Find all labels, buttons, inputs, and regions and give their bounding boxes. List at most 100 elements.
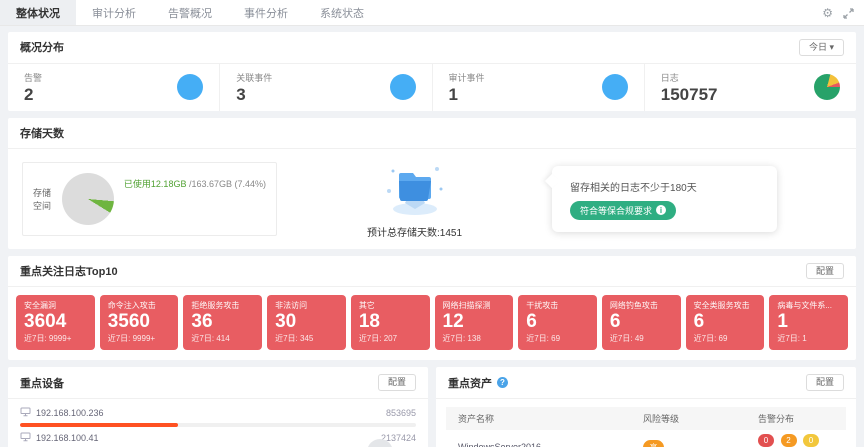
storage-total-text: /163.67GB (7.44%) <box>186 179 266 189</box>
top-logs-list: 安全漏洞 3604 近7日: 9999+ 命令注入攻击 3560 近7日: 99… <box>8 287 856 360</box>
device-ip: 192.168.100.41 <box>36 433 99 443</box>
top-logs-config-button[interactable]: 配置 <box>806 263 844 280</box>
stat-value: 3 <box>236 86 272 104</box>
device-icon <box>20 407 31 419</box>
device-log-count: 853695 <box>386 408 416 418</box>
recent-count: 69 <box>719 334 728 343</box>
stat-label: 告警 <box>24 71 42 84</box>
recent-label: 近7日: <box>108 334 131 343</box>
log-category-name: 拒绝服务攻击 <box>191 300 254 311</box>
log-category-count: 36 <box>191 311 254 333</box>
device-icon <box>20 432 31 444</box>
storage-usage-text: 已使用12.18GB /163.67GB (7.44%) <box>124 177 266 190</box>
log-pie-icon <box>814 74 840 100</box>
asset-row[interactable]: WindowsServer2016 高 0 2 0 2 <box>446 430 846 447</box>
fullscreen-icon[interactable] <box>843 8 854 19</box>
asset-table-header: 资产名称 风险等级 告警分布 <box>446 407 846 430</box>
stat-card-alarms[interactable]: 告警 2 <box>8 64 220 111</box>
date-filter-dropdown[interactable]: 今日 ▾ <box>799 39 844 56</box>
event-circle-icon <box>390 74 416 100</box>
compliance-bubble: 留存相关的日志不少于180天 符合等保合规要求 i <box>552 166 777 232</box>
stat-card-audit-events[interactable]: 审计事件 1 <box>433 64 645 111</box>
log-category-card[interactable]: 安全类服务攻击 6 近7日: 69 <box>686 295 765 350</box>
recent-label: 近7日: <box>443 334 466 343</box>
stat-value: 1 <box>449 86 485 104</box>
recent-count: 138 <box>467 334 480 343</box>
recent-label: 近7日: <box>694 334 717 343</box>
log-category-count: 30 <box>275 311 338 333</box>
log-category-count: 3560 <box>108 311 171 333</box>
log-category-name: 网络钓鱼攻击 <box>610 300 673 311</box>
audit-circle-icon <box>602 74 628 100</box>
recent-label: 近7日: <box>24 334 47 343</box>
compliance-badge-label: 符合等保合规要求 <box>580 204 652 217</box>
storage-usage-pie <box>62 173 114 225</box>
log-category-count: 12 <box>443 311 506 333</box>
tab-alarm-overview[interactable]: 告警概况 <box>152 0 228 25</box>
stat-label: 日志 <box>661 71 718 84</box>
alarm-count-critical: 0 <box>758 434 774 447</box>
tab-audit-analysis[interactable]: 审计分析 <box>76 0 152 25</box>
overview-stats-row: 告警 2 关联事件 3 审计事件 1 <box>8 64 856 111</box>
compliance-note: 留存相关的日志不少于180天 <box>570 179 759 194</box>
asset-col-name: 资产名称 <box>458 412 643 425</box>
storage-space-label: 存储空间 <box>33 186 52 212</box>
help-icon[interactable]: ? <box>497 377 508 388</box>
top-tabbar: 整体状况 审计分析 告警概况 事件分析 系统状态 ⚙ <box>0 0 864 26</box>
top-logs-section: 重点关注日志Top10 配置 安全漏洞 3604 近7日: 9999+ 命令注入… <box>8 256 856 361</box>
recent-count: 9999+ <box>49 334 71 343</box>
log-category-count: 6 <box>610 311 673 333</box>
recent-label: 近7日: <box>526 334 549 343</box>
log-category-card[interactable]: 干扰攻击 6 近7日: 69 <box>518 295 597 350</box>
device-ip: 192.168.100.236 <box>36 408 104 418</box>
log-category-count: 18 <box>359 311 422 333</box>
tab-event-analysis[interactable]: 事件分析 <box>228 0 304 25</box>
recent-count: 345 <box>300 334 313 343</box>
stat-value: 2 <box>24 86 42 104</box>
risk-level-badge: 高 <box>643 440 664 447</box>
log-category-card[interactable]: 拒绝服务攻击 36 近7日: 414 <box>183 295 262 350</box>
log-category-card[interactable]: 命令注入攻击 3560 近7日: 9999+ <box>100 295 179 350</box>
log-category-name: 网络扫描探测 <box>443 300 506 311</box>
log-category-count: 3604 <box>24 311 87 333</box>
asset-name: WindowsServer2016 <box>458 442 643 447</box>
log-category-card[interactable]: 网络扫描探测 12 近7日: 138 <box>435 295 514 350</box>
device-list: 192.168.100.236 853695 <box>8 399 428 447</box>
tab-overall-status[interactable]: 整体状况 <box>0 0 76 25</box>
info-icon: i <box>656 205 666 215</box>
recent-count: 414 <box>216 334 229 343</box>
key-assets-config-button[interactable]: 配置 <box>806 374 844 391</box>
log-category-card[interactable]: 其它 18 近7日: 207 <box>351 295 430 350</box>
key-devices-config-button[interactable]: 配置 <box>378 374 416 391</box>
tab-system-status[interactable]: 系统状态 <box>304 0 380 25</box>
compliance-badge[interactable]: 符合等保合规要求 i <box>570 201 676 220</box>
recent-count: 69 <box>551 334 560 343</box>
asset-table: 资产名称 风险等级 告警分布 WindowsServer2016 高 0 2 <box>436 407 856 447</box>
log-category-card[interactable]: 病毒与文件系... 1 近7日: 1 <box>769 295 848 350</box>
log-category-count: 6 <box>526 311 589 333</box>
device-row[interactable]: 192.168.100.41 2137424 <box>20 427 416 447</box>
key-devices-title: 重点设备 <box>20 375 64 391</box>
date-filter-value: 今日 <box>809 42 827 52</box>
log-category-count: 6 <box>694 311 757 333</box>
folder-illustration-icon <box>379 159 451 222</box>
gear-icon[interactable]: ⚙ <box>822 7 833 19</box>
log-category-card[interactable]: 网络钓鱼攻击 6 近7日: 49 <box>602 295 681 350</box>
recent-label: 近7日: <box>275 334 298 343</box>
top-logs-title: 重点关注日志Top10 <box>20 263 118 279</box>
log-category-card[interactable]: 安全漏洞 3604 近7日: 9999+ <box>16 295 95 350</box>
key-devices-section: 重点设备 配置 192.168.100.236 8 <box>8 367 428 447</box>
log-category-name: 安全漏洞 <box>24 300 87 311</box>
log-category-card[interactable]: 非法访问 30 近7日: 345 <box>267 295 346 350</box>
asset-rows: WindowsServer2016 高 0 2 0 2 UAC <box>436 430 856 447</box>
recent-count: 49 <box>635 334 644 343</box>
log-category-name: 命令注入攻击 <box>108 300 171 311</box>
storage-days-text: 预计总存储天数:1451 <box>367 224 462 239</box>
device-row[interactable]: 192.168.100.236 853695 <box>20 402 416 427</box>
dashboard-main: 概况分布 今日 ▾ 告警 2 关联事件 3 审计事件 <box>0 26 864 447</box>
stat-card-logs[interactable]: 日志 150757 <box>645 64 856 111</box>
stat-card-correlated-events[interactable]: 关联事件 3 <box>220 64 432 111</box>
stat-label: 关联事件 <box>236 71 272 84</box>
storage-title: 存储天数 <box>20 125 64 141</box>
recent-count: 207 <box>384 334 397 343</box>
